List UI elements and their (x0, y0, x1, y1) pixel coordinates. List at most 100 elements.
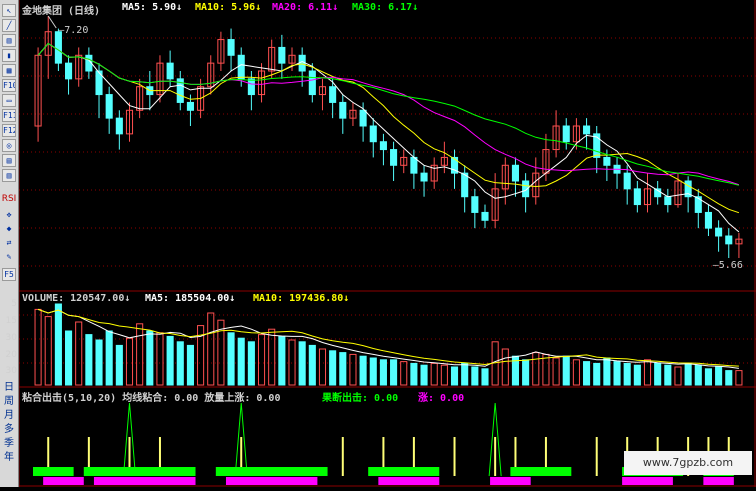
f5-button[interactable]: F5 (2, 268, 16, 281)
volume-bar (461, 362, 469, 386)
swap-tool-button[interactable]: ⇄ (2, 237, 16, 250)
candle-body (227, 39, 235, 56)
candle-body (54, 31, 62, 64)
f10-button[interactable]: F10 (2, 79, 16, 92)
volume-bar (704, 368, 712, 386)
volume-bar (674, 366, 682, 386)
volume-axis-label: 15 (5, 316, 17, 326)
period-button-4[interactable]: 季 (1, 434, 17, 449)
candle-body (511, 164, 520, 182)
window-button[interactable]: ▭ (2, 94, 16, 107)
volume-bar (65, 330, 73, 386)
bar-small-button[interactable]: ▥ (2, 169, 16, 182)
indicator-magenta-bar (43, 477, 84, 485)
candle-body (166, 62, 174, 80)
volume-bar (268, 328, 276, 386)
volume-bar (237, 337, 245, 386)
volume-ma10-line (37, 308, 739, 367)
move-tool-button[interactable]: ✥ (2, 209, 16, 222)
volume-bar (501, 348, 509, 386)
volume-axis-label: 5 (11, 299, 17, 309)
indicator-green-bar (33, 467, 74, 476)
pen-tool-button[interactable]: ✎ (2, 251, 16, 264)
chart-type-button[interactable]: ▥ (2, 34, 16, 47)
candle-body (603, 156, 611, 166)
volume-bar (562, 355, 570, 386)
rsi-button[interactable]: RSI (0, 194, 18, 204)
volume-bar (613, 361, 621, 386)
period-button-3[interactable]: 多 (1, 420, 17, 435)
volume-bar (522, 359, 530, 386)
ma5-label: MA5: 5.90↓ (122, 2, 183, 13)
indicator-magenta-bar (93, 477, 196, 485)
volume-bar (400, 361, 408, 386)
line-tool-button[interactable]: ╱ (2, 19, 16, 32)
volume-bar (369, 357, 377, 386)
ma20-label: MA20: 6.11↓ (272, 2, 339, 13)
f12-button[interactable]: F12 (2, 124, 16, 137)
volume-bar (440, 364, 448, 386)
volume-bar (105, 330, 113, 386)
kline-button[interactable]: ▮ (2, 49, 16, 62)
volume-bar (85, 334, 93, 386)
period-button-1[interactable]: 周 (1, 392, 17, 407)
volume-bar (166, 335, 174, 386)
volume-bar (115, 344, 123, 386)
volume-bar (95, 339, 103, 386)
candle-body (562, 125, 570, 143)
candle-body (65, 62, 73, 80)
candle-body (410, 156, 418, 174)
volume-bar (410, 362, 418, 386)
volume-bar (227, 332, 235, 386)
volume-bar (420, 364, 428, 386)
volume-bar (278, 335, 286, 386)
volume-bar (318, 348, 327, 386)
search-button[interactable]: ◎ (2, 139, 16, 152)
volume-bar (359, 355, 367, 386)
volume-bar (186, 344, 194, 386)
indicator-green-bar (83, 467, 196, 476)
volume-bar (75, 321, 83, 386)
candle-body (623, 172, 631, 190)
volume-bar (593, 362, 601, 386)
candle-body (420, 172, 428, 182)
volume-bar (34, 308, 42, 386)
indicator-magenta-bar (490, 477, 531, 485)
candle-body (369, 125, 377, 143)
period-button-5[interactable]: 年 (1, 448, 17, 463)
watermark: www.7gpzb.com (624, 451, 752, 475)
f11-button[interactable]: F11 (2, 109, 16, 122)
grid-button[interactable]: ▦ (2, 64, 16, 77)
volume-bar (633, 364, 641, 386)
volume-bar (308, 344, 316, 386)
volume-bar (349, 353, 357, 386)
ma5-line (37, 42, 740, 233)
volume-bar (583, 361, 591, 386)
volume-bar (125, 337, 134, 386)
indicator-magenta-bar (225, 477, 318, 485)
candle-body (633, 188, 641, 206)
volume-bar (339, 352, 347, 386)
volume-bar (552, 357, 560, 386)
volume-bar (735, 370, 743, 386)
left-toolbar: ↖ ╱ ▥ ▮ ▦ F10 ▭ F11 F12 ◎ ▤ ▥ RSI ✥◆⇄✎ F5 5 15 30 20 30 日周月多… (0, 0, 19, 487)
period-button-0[interactable]: 日 (1, 378, 17, 393)
volume-bar (725, 370, 733, 386)
candle-body (481, 211, 489, 221)
volume-bar (136, 323, 144, 386)
period-button-2[interactable]: 月 (1, 406, 17, 421)
candle-body (308, 70, 316, 96)
volume-bar (572, 359, 580, 386)
candle-body (339, 101, 347, 119)
cursor-button[interactable]: ↖ (2, 4, 16, 17)
stock-title: 金地集团 (日线) (22, 6, 101, 17)
chart-small-button[interactable]: ▤ (2, 154, 16, 167)
stock-chart-svg: —7.20 —5.66 (18, 0, 756, 487)
volume-axis-label: 20 (5, 350, 17, 360)
indicator-green-bar (510, 467, 572, 476)
volume-bar (176, 341, 184, 386)
indicator-green-bar (368, 467, 440, 476)
rise-label: 涨: 0.00 (418, 393, 465, 404)
fill-tool-button[interactable]: ◆ (2, 223, 16, 236)
volume-axis-label: 30 (5, 333, 17, 343)
